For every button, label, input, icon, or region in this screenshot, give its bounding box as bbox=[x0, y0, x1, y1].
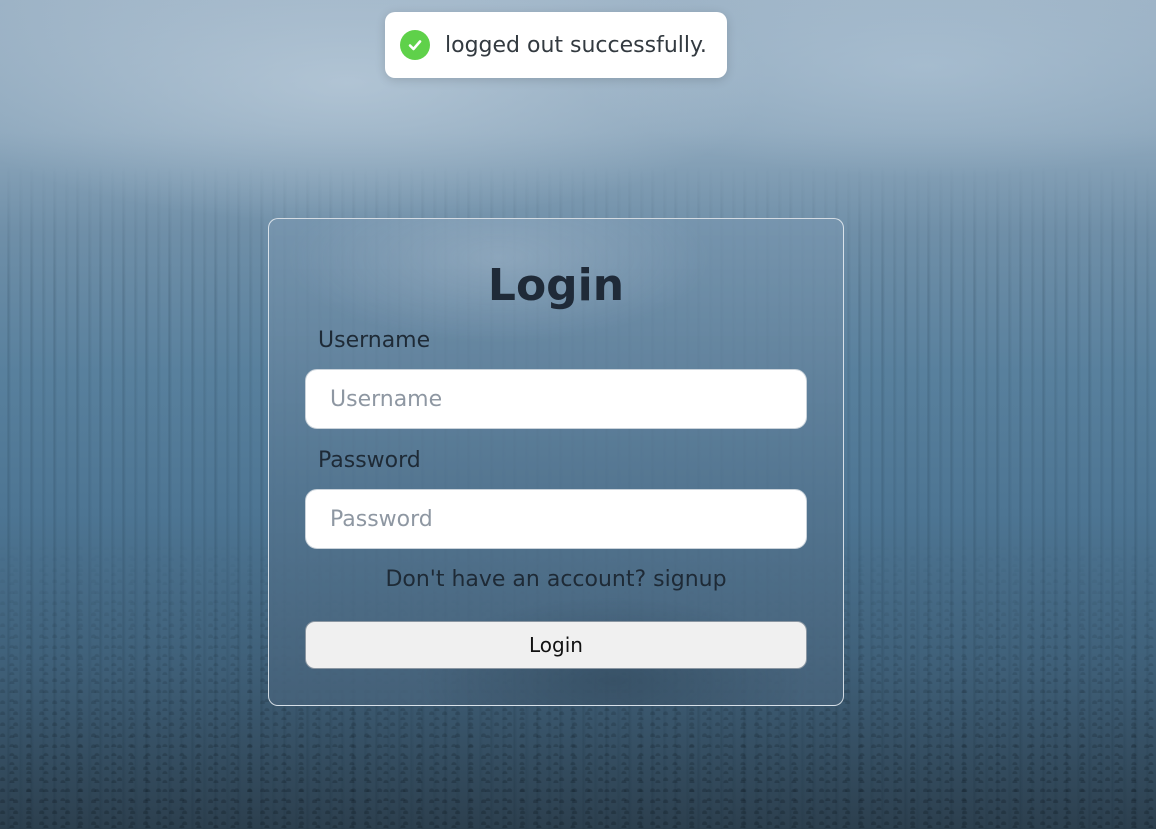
signup-prompt: Don't have an account? bbox=[385, 567, 647, 592]
check-circle-icon bbox=[400, 30, 430, 60]
signup-link[interactable]: signup bbox=[653, 567, 726, 592]
toast-notification: logged out successfully. bbox=[385, 12, 727, 78]
username-input[interactable] bbox=[305, 369, 807, 429]
signup-prompt-line: Don't have an account? signup bbox=[269, 567, 843, 592]
username-label: Username bbox=[318, 328, 431, 353]
login-card: Login Username Password Don't have an ac… bbox=[268, 218, 844, 706]
login-button[interactable]: Login bbox=[305, 621, 807, 669]
password-input[interactable] bbox=[305, 489, 807, 549]
login-title: Login bbox=[487, 260, 625, 311]
toast-message: logged out successfully. bbox=[445, 32, 707, 58]
password-label: Password bbox=[318, 448, 421, 473]
